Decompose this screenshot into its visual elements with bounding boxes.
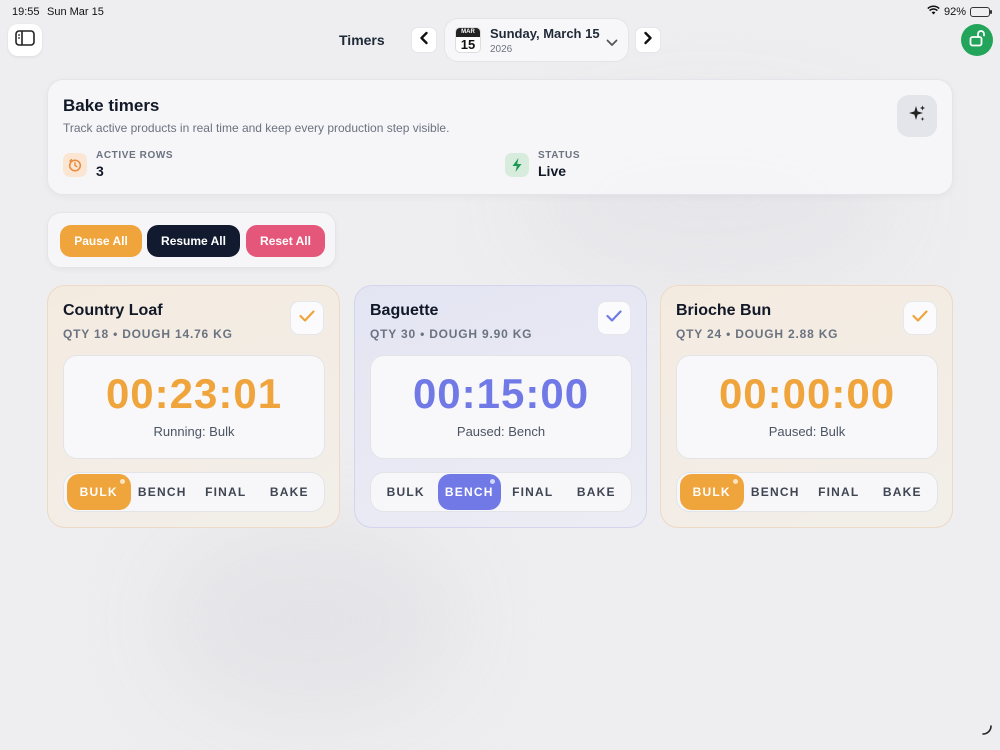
status-right: 92% (927, 5, 992, 18)
product-name: Country Loaf (63, 302, 163, 319)
stage-label: BAKE (269, 485, 309, 499)
background-blur (160, 520, 460, 720)
active-dot (732, 479, 738, 484)
sidebar-icon (15, 29, 35, 51)
stat-value: 3 (96, 163, 104, 179)
checkmark-icon (912, 309, 928, 327)
stage-label: BENCH (750, 485, 800, 499)
stage-label: BENCH (444, 485, 494, 499)
timer-display: 00:23:01 Running: Bulk (63, 355, 325, 459)
product-meta: QTY 30 • DOUGH 9.90 KG (370, 327, 533, 341)
stage-label: BULK (386, 485, 425, 499)
checkmark-icon (299, 309, 315, 327)
timer-status: Running: Bulk (153, 424, 235, 439)
stat-value: Live (538, 163, 567, 179)
ai-assist-button[interactable] (897, 95, 937, 137)
chevron-right-icon (643, 31, 653, 50)
product-name: Baguette (370, 302, 439, 319)
calendar-icon: MAR 15 (455, 27, 481, 53)
timer-icon (63, 152, 87, 177)
stage-label: BULK (79, 485, 118, 499)
date-year: 2026 (490, 43, 513, 55)
chevron-left-icon (419, 31, 429, 50)
wifi-icon (927, 5, 940, 18)
page-subtitle: Track active products in real time and k… (63, 121, 450, 135)
stage-bench[interactable]: BENCH (744, 474, 808, 510)
date-label: Sunday, March 15 (490, 25, 600, 41)
pause-all-button[interactable]: Pause All (60, 225, 142, 257)
stage-bulk[interactable]: BULK (374, 474, 438, 510)
stage-bench[interactable]: BENCH (131, 474, 195, 510)
stat-label: ACTIVE ROWS (96, 150, 174, 161)
stage-bake[interactable]: BAKE (871, 474, 935, 510)
stage-selector: BULK BENCH FINAL BAKE (676, 472, 938, 512)
timer-value: 00:15:00 (412, 370, 590, 417)
resume-all-button[interactable]: Resume All (147, 225, 240, 257)
calendar-day: 15 (460, 37, 476, 52)
nav-title: Timers (339, 32, 385, 48)
stage-label: FINAL (818, 485, 860, 499)
timer-card-brioche-bun: Brioche Bun QTY 24 • DOUGH 2.88 KG 00:00… (660, 285, 953, 528)
stage-selector: BULK BENCH FINAL BAKE (370, 472, 632, 512)
product-name: Brioche Bun (676, 302, 772, 319)
timer-value: 00:23:01 (105, 370, 283, 417)
next-day-button[interactable] (635, 27, 661, 53)
stat-status: STATUS Live (505, 150, 580, 179)
status-date: Sun Mar 15 (47, 6, 104, 18)
stage-label: BAKE (882, 485, 922, 499)
stage-label: BULK (692, 485, 731, 499)
product-meta: QTY 24 • DOUGH 2.88 KG (676, 327, 839, 341)
bolt-icon (505, 152, 529, 177)
reset-all-button[interactable]: Reset All (246, 225, 325, 257)
stage-final[interactable]: FINAL (501, 474, 565, 510)
battery-percent: 92% (943, 5, 966, 18)
unlock-button[interactable] (961, 24, 993, 56)
select-checkbox[interactable] (597, 301, 631, 335)
battery-icon (970, 6, 992, 17)
active-dot (490, 479, 495, 484)
stage-final[interactable]: FINAL (194, 474, 258, 510)
stage-label: BAKE (576, 485, 616, 499)
stage-label: FINAL (512, 485, 554, 499)
previous-day-button[interactable] (411, 27, 437, 53)
stage-selector: BULK BENCH FINAL BAKE (63, 472, 325, 512)
timer-status: Paused: Bench (456, 424, 546, 439)
stage-bulk[interactable]: BULK (67, 474, 131, 510)
select-checkbox[interactable] (290, 301, 324, 335)
product-meta: QTY 18 • DOUGH 14.76 KG (63, 327, 233, 341)
status-time: 19:55 (12, 6, 40, 18)
checkmark-icon (606, 309, 622, 327)
bulk-actions-bar: Pause All Resume All Reset All (47, 212, 336, 268)
timer-value: 00:00:00 (718, 370, 896, 417)
timer-display: 00:15:00 Paused: Bench (370, 355, 632, 459)
timer-card-baguette: Baguette QTY 30 • DOUGH 9.90 KG 00:15:00… (354, 285, 647, 528)
stage-bench[interactable]: BENCH (437, 474, 501, 510)
page-title: Bake timers (63, 96, 160, 115)
bake-timers-header: Bake timers Track active products in rea… (47, 79, 953, 195)
stage-bulk[interactable]: BULK (680, 474, 744, 510)
date-picker[interactable]: MAR 15 Sunday, March 15 2026 (444, 18, 629, 62)
sparkles-icon (907, 104, 927, 129)
calendar-month: MAR (456, 28, 480, 37)
timer-card-country-loaf: Country Loaf QTY 18 • DOUGH 14.76 KG 00:… (47, 285, 340, 528)
timer-display: 00:00:00 Paused: Bulk (676, 355, 938, 459)
stat-label: STATUS (538, 150, 581, 161)
timer-status: Paused: Bulk (768, 424, 846, 439)
select-checkbox[interactable] (903, 301, 937, 335)
stage-label: BENCH (137, 485, 187, 499)
sidebar-toggle-button[interactable] (8, 24, 42, 56)
stage-bake[interactable]: BAKE (565, 474, 629, 510)
stage-label: FINAL (205, 485, 247, 499)
stage-bake[interactable]: BAKE (258, 474, 322, 510)
stat-active-rows: ACTIVE ROWS 3 (63, 150, 173, 179)
active-dot (119, 479, 125, 484)
unlock-icon (969, 29, 985, 52)
stage-final[interactable]: FINAL (807, 474, 871, 510)
resize-corner-icon (982, 722, 992, 740)
chevron-down-icon (606, 34, 618, 52)
